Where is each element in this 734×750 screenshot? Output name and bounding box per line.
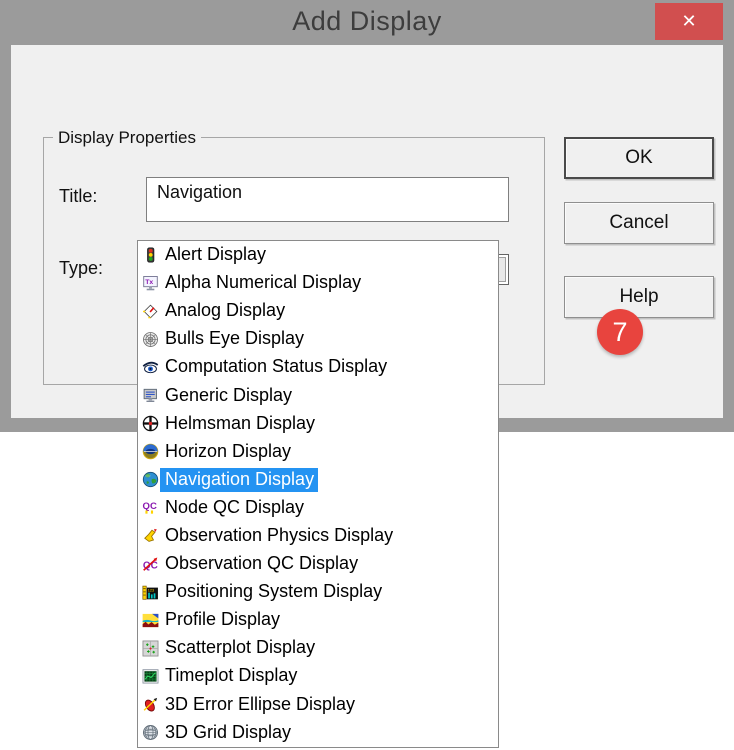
dropdown-option-label: Alert Display <box>165 244 267 265</box>
grid-3d-icon <box>142 724 159 741</box>
dropdown-option-alpha-numerical-display[interactable]: Tx Alpha Numerical Display <box>138 269 498 297</box>
positioning-system-icon: 123 <box>142 584 159 601</box>
dropdown-option-scatterplot-display[interactable]: Scatterplot Display <box>138 634 498 662</box>
dropdown-option-label: Positioning System Display <box>165 581 383 602</box>
dropdown-option-label: Observation Physics Display <box>165 524 394 545</box>
cancel-button[interactable]: Cancel <box>564 202 714 244</box>
ok-button[interactable]: OK <box>564 137 714 179</box>
dropdown-option-label: Alpha Numerical Display <box>165 272 362 293</box>
dropdown-option-label: Helmsman Display <box>165 412 316 433</box>
title-field-label: Title: <box>59 186 98 206</box>
svg-text:Tx: Tx <box>145 279 153 286</box>
bulls-eye-icon <box>142 331 159 348</box>
dropdown-option-observation-qc-display[interactable]: QC Observation QC Display <box>138 550 498 578</box>
titlebar: Add Display ✕ <box>0 0 734 45</box>
dropdown-option-label: Observation QC Display <box>165 553 359 574</box>
close-icon: ✕ <box>681 11 697 31</box>
step-annotation-badge: 7 <box>597 309 643 355</box>
dropdown-option-node-qc-display[interactable]: QC Node QC Display <box>138 494 498 522</box>
dropdown-option-label: Horizon Display <box>165 440 292 461</box>
dropdown-option-helmsman-display[interactable]: Helmsman Display <box>138 410 498 438</box>
helmsman-icon <box>142 415 159 432</box>
dropdown-option-profile-display[interactable]: Profile Display <box>138 606 498 634</box>
timeplot-icon <box>142 668 159 685</box>
dropdown-option-label: 3D Error Ellipse Display <box>165 693 356 714</box>
dropdown-option-label: Node QC Display <box>165 496 305 517</box>
dropdown-option-label: Timeplot Display <box>165 665 298 686</box>
dropdown-option-analog-display[interactable]: Analog Display <box>138 297 498 325</box>
horizon-icon <box>142 443 159 460</box>
scatterplot-icon <box>142 640 159 657</box>
dropdown-option-generic-display[interactable]: Generic Display <box>138 381 498 409</box>
help-button[interactable]: Help <box>564 276 714 318</box>
dropdown-option-timeplot-display[interactable]: Timeplot Display <box>138 662 498 690</box>
dropdown-option-label: Analog Display <box>165 300 286 321</box>
dropdown-option-3d-error-ellipse-display[interactable]: 3D Error Ellipse Display <box>138 691 498 719</box>
dropdown-option-observation-physics-display[interactable]: Observation Physics Display <box>138 522 498 550</box>
dropdown-option-label: Scatterplot Display <box>165 637 316 658</box>
svg-text:QC: QC <box>143 501 157 512</box>
groupbox-label: Display Properties <box>53 128 201 148</box>
observation-qc-icon: QC <box>142 556 159 573</box>
computation-status-icon <box>142 359 159 376</box>
alpha-numerical-icon: Tx <box>142 275 159 292</box>
dropdown-option-navigation-display[interactable]: Navigation Display <box>138 466 498 494</box>
dropdown-option-label: Bulls Eye Display <box>165 328 305 349</box>
navigation-icon <box>142 471 159 488</box>
dropdown-option-3d-grid-display[interactable]: 3D Grid Display <box>138 719 498 747</box>
dropdown-option-bulls-eye-display[interactable]: Bulls Eye Display <box>138 325 498 353</box>
alert-icon <box>142 247 159 264</box>
profile-icon <box>142 612 159 629</box>
dropdown-option-computation-status-display[interactable]: Computation Status Display <box>138 353 498 381</box>
step-number: 7 <box>612 316 628 347</box>
error-ellipse-3d-icon <box>142 696 159 713</box>
type-field-label: Type: <box>59 258 104 278</box>
window-title: Add Display <box>292 6 442 36</box>
dropdown-option-label: Computation Status Display <box>165 356 388 377</box>
dropdown-option-label: Generic Display <box>165 384 293 405</box>
close-button[interactable]: ✕ <box>655 3 723 40</box>
dropdown-option-positioning-system-display[interactable]: 123 Positioning System Display <box>138 578 498 606</box>
observation-physics-icon <box>142 527 159 544</box>
title-input[interactable] <box>146 177 509 222</box>
type-dropdown-list: Alert Display Tx Alpha Numerical Display An… <box>137 240 499 748</box>
svg-text:123: 123 <box>148 588 154 592</box>
analog-icon <box>142 303 159 320</box>
generic-icon <box>142 387 159 404</box>
dropdown-option-label: Navigation Display <box>160 467 319 492</box>
dropdown-option-horizon-display[interactable]: Horizon Display <box>138 438 498 466</box>
node-qc-icon: QC <box>142 499 159 516</box>
dropdown-option-label: 3D Grid Display <box>165 721 292 742</box>
dropdown-option-alert-display[interactable]: Alert Display <box>138 241 498 269</box>
dropdown-option-label: Profile Display <box>165 609 281 630</box>
